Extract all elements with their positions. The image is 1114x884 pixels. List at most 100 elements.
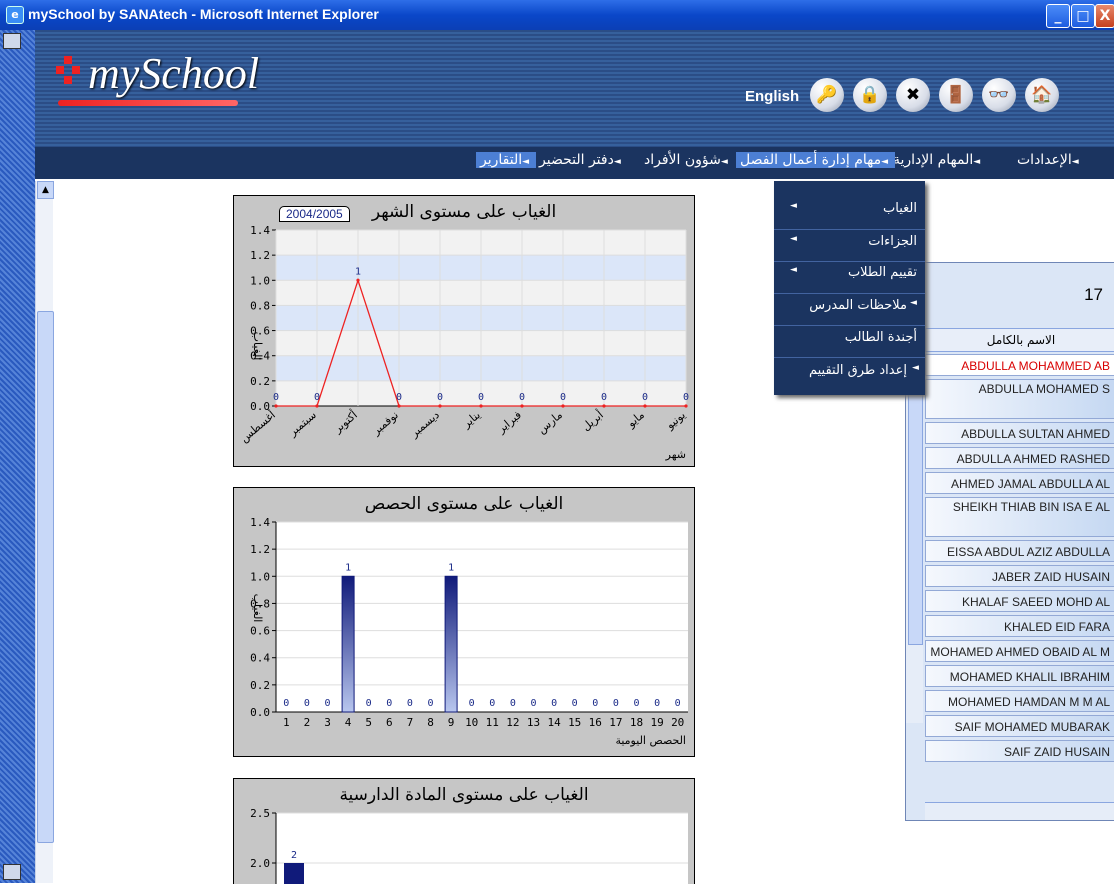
- data-label: 0: [304, 698, 310, 709]
- classroom-tasks-dropdown: ◄ الغياب ◄ الجزاءات ◄ تقييم الطلاب ◄ ملاحظات…: [774, 181, 925, 395]
- lock-icon[interactable]: 🔒: [853, 78, 887, 112]
- key-icon[interactable]: 🔑: [810, 78, 844, 112]
- scroll-thumb[interactable]: [37, 311, 54, 843]
- x-tick-label: 19: [650, 716, 663, 729]
- expand-frame-button[interactable]: [3, 864, 21, 880]
- dropdown-divider: [774, 229, 925, 230]
- data-label: 0: [601, 392, 607, 403]
- menu-settings[interactable]: ◄الإعدادات: [1013, 152, 1086, 168]
- plot-area: [276, 522, 688, 712]
- cancel-icon[interactable]: ✖: [896, 78, 930, 112]
- bar: [341, 575, 355, 713]
- x-tick-label: سبتمبر: [286, 408, 319, 439]
- student-name-row[interactable]: ABDULLA AHMED RASHED: [925, 447, 1114, 469]
- page-scrollbar[interactable]: ▲: [35, 181, 54, 883]
- home-icon[interactable]: 🏠: [1025, 78, 1059, 112]
- student-name-row[interactable]: KHALED EID FARA: [925, 615, 1114, 637]
- x-tick-label: 1: [283, 716, 290, 729]
- bar: [284, 863, 304, 884]
- student-name-row[interactable]: ABDULLA MOHAMED S: [925, 379, 1114, 419]
- maximize-button[interactable]: □: [1071, 4, 1095, 28]
- period-chart-plot: 0.00.20.40.60.81.01.21.40102031405060708…: [250, 516, 688, 747]
- subject-absence-chart: الغياب على مستوى المادة الدارسية 1.52.02…: [233, 778, 695, 884]
- left-frame: [0, 30, 35, 883]
- x-tick-label: ديسمبر: [407, 408, 442, 440]
- x-tick-label: 7: [407, 716, 414, 729]
- data-label: 0: [592, 698, 598, 709]
- data-label: 0: [407, 698, 413, 709]
- x-tick-label: 2: [304, 716, 311, 729]
- data-label: 0: [675, 698, 681, 709]
- data-point: [643, 404, 647, 408]
- data-label: 0: [560, 392, 566, 403]
- x-tick-label: مارس: [535, 408, 565, 436]
- exit-door-icon[interactable]: 🚪: [939, 78, 973, 112]
- window-title: mySchool by SANAtech - Microsoft Interne…: [28, 6, 379, 22]
- student-name-row[interactable]: SAIF ZAID HUSAIN: [925, 740, 1114, 762]
- data-label: 0: [437, 392, 443, 403]
- data-label: 0: [654, 698, 660, 709]
- dropdown-item-absence[interactable]: ◄ الغياب: [774, 201, 925, 225]
- student-name-row[interactable]: SHEIKH THIAB BIN ISA E AL: [925, 497, 1114, 537]
- data-point: [520, 404, 524, 408]
- student-list-panel: 17 الاسم بالكامل ABDULLA MOHAMMED AB ABDU…: [905, 262, 1114, 821]
- dropdown-item-penalties[interactable]: ◄ الجزاءات: [774, 234, 925, 258]
- menu-reports[interactable]: ◄التقارير: [476, 152, 537, 168]
- student-name-row[interactable]: SAIF MOHAMED MUBARAK: [925, 715, 1114, 737]
- minimize-button[interactable]: _: [1046, 4, 1070, 28]
- menu-classroom-tasks[interactable]: ◄مهام إدارة أعمال الفصل: [736, 152, 896, 168]
- scroll-up-button[interactable]: ▲: [37, 181, 54, 199]
- dropdown-item-evaluation-methods[interactable]: ◄ إعداد طرق التقييم: [774, 363, 925, 387]
- data-label: 1: [345, 562, 351, 573]
- y-tick-label: 1.2: [250, 543, 270, 556]
- y-tick-label: 0.6: [250, 625, 270, 638]
- menu-admin-tasks[interactable]: ◄المهام الإدارية: [889, 152, 987, 168]
- menu-preparation-book[interactable]: ◄دفتر التحضير: [535, 152, 628, 168]
- x-tick-label: 11: [486, 716, 499, 729]
- student-name-row[interactable]: EISSA ABDUL AZIZ ABDULLA: [925, 540, 1114, 562]
- data-label: 0: [572, 698, 578, 709]
- dropdown-item-absence-label: الغياب: [883, 201, 917, 216]
- collapse-frame-button[interactable]: [3, 33, 21, 49]
- panel-horizontal-scrollbar[interactable]: [925, 802, 1114, 820]
- student-name-row[interactable]: MOHAMED AHMED OBAID AL M: [925, 640, 1114, 662]
- x-tick-label: أبريل: [579, 408, 606, 434]
- x-tick-label: 6: [386, 716, 393, 729]
- x-tick-label: 4: [345, 716, 352, 729]
- student-name-row[interactable]: ABDULLA SULTAN AHMED: [925, 422, 1114, 444]
- data-point: [315, 404, 319, 408]
- student-name-row[interactable]: MOHAMED HAMDAN M M AL: [925, 690, 1114, 712]
- data-label: 0: [366, 698, 372, 709]
- dropdown-item-teacher-notes[interactable]: ◄ ملاحظات المدرس: [774, 298, 925, 322]
- student-name-row[interactable]: KHALAF SAEED MOHD AL: [925, 590, 1114, 612]
- data-label: 0: [314, 392, 320, 403]
- data-point: [356, 278, 360, 282]
- menu-preparation-book-label: دفتر التحضير: [539, 152, 614, 168]
- data-label: 0: [510, 698, 516, 709]
- data-label: 0: [633, 698, 639, 709]
- data-point: [397, 404, 401, 408]
- dropdown-item-student-evaluation[interactable]: ◄ تقييم الطلاب: [774, 265, 925, 289]
- glasses-icon[interactable]: 👓: [982, 78, 1016, 112]
- dropdown-item-student-agenda[interactable]: أجندة الطالب: [774, 330, 925, 354]
- plot-area: [276, 813, 688, 884]
- x-tick-label: أكتوبر: [330, 408, 360, 436]
- student-name-row[interactable]: MOHAMED KHALIL IBRAHIM: [925, 665, 1114, 687]
- panel-scroll-thumb[interactable]: [908, 363, 923, 645]
- dropdown-divider: [774, 357, 925, 358]
- y-tick-label: 0.2: [250, 375, 270, 388]
- y-tick-label: 1.0: [250, 274, 270, 287]
- data-label: 1: [448, 562, 454, 573]
- dropdown-divider: [774, 325, 925, 326]
- english-link[interactable]: English: [745, 88, 799, 105]
- close-button[interactable]: X: [1095, 4, 1114, 28]
- student-name-row[interactable]: ABDULLA MOHAMMED AB: [925, 354, 1114, 376]
- student-name-row[interactable]: JABER ZAID HUSAIN: [925, 565, 1114, 587]
- student-name-row[interactable]: AHMED JAMAL ABDULLA AL: [925, 472, 1114, 494]
- data-point: [561, 404, 565, 408]
- menu-personnel[interactable]: ◄شؤون الأفراد: [640, 152, 735, 168]
- data-label: 0: [273, 392, 279, 403]
- x-tick-label: 12: [506, 716, 519, 729]
- data-label: 0: [427, 698, 433, 709]
- logo-swoosh: [58, 100, 238, 106]
